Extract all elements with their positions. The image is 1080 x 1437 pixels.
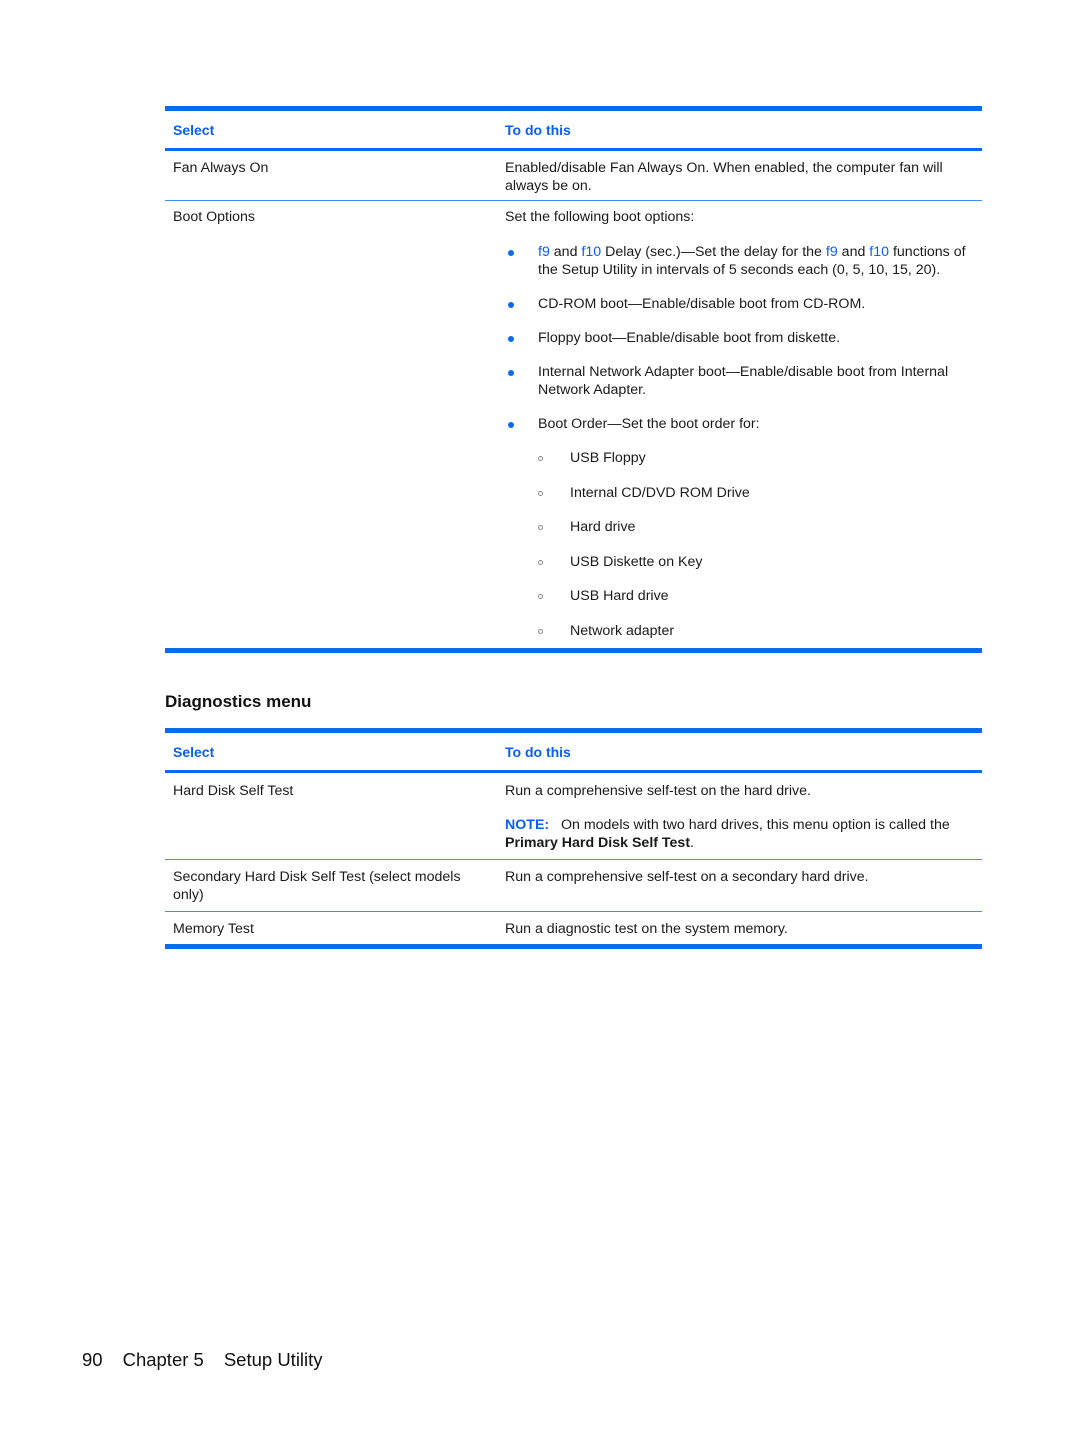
- row-todo: Set the following boot options: f9 and f…: [505, 208, 982, 648]
- chapter-title: Setup Utility: [223, 1349, 323, 1370]
- sub-bullet-icon: [538, 456, 543, 461]
- row-todo: Run a comprehensive self-test on the har…: [505, 782, 982, 859]
- note-bold: Primary Hard Disk Self Test: [505, 835, 691, 851]
- section-heading: Diagnostics menu: [165, 692, 312, 711]
- sub-bullet-icon: [538, 559, 543, 565]
- bullet-icon: [508, 302, 514, 308]
- chapter-label: Chapter 5: [122, 1349, 204, 1370]
- table-row: Fan Always On Enabled/disable Fan Always…: [165, 151, 982, 200]
- list-item: f9 and f10 Delay (sec.)—Set the delay fo…: [505, 243, 974, 279]
- note-label: NOTE:: [505, 817, 550, 833]
- table-row: Boot Options Set the following boot opti…: [165, 201, 982, 648]
- setup-options-table: Select To do this Fan Always On Enabled/…: [165, 106, 982, 653]
- row-todo: Run a diagnostic test on the system memo…: [505, 921, 788, 937]
- table-header-row: Select To do this: [165, 111, 982, 148]
- boot-order-list: USB Floppy Internal CD/DVD ROM Drive Har…: [505, 449, 974, 640]
- key-label: f9: [825, 244, 838, 260]
- list-item: CD-ROM boot—Enable/disable boot from CD-…: [505, 295, 974, 313]
- row-select: Boot Options: [173, 209, 256, 225]
- list-item: USB Hard drive: [505, 587, 974, 605]
- page-number: 90: [82, 1349, 103, 1370]
- page-footer: 90 Chapter 5 Setup Utility: [82, 1349, 343, 1371]
- row-select: Fan Always On: [173, 160, 269, 176]
- header-select: Select: [173, 743, 215, 760]
- table-row: Hard Disk Self Test Run a comprehensive …: [165, 773, 982, 859]
- list-item: USB Floppy: [505, 449, 974, 467]
- row-todo: Run a comprehensive self-test on a secon…: [505, 869, 869, 885]
- sub-bullet-icon: [538, 594, 543, 599]
- bullet-icon: [508, 422, 514, 428]
- header-todo: To do this: [505, 743, 571, 760]
- text-fragment: and: [837, 244, 870, 260]
- diagnostics-table: Select To do this Hard Disk Self Test Ru…: [165, 728, 982, 949]
- delay-option-text: f9 and f10 Delay (sec.)—Set the delay fo…: [538, 244, 966, 278]
- list-item: Internal Network Adapter boot—Enable/dis…: [505, 363, 974, 399]
- row-select: Memory Test: [173, 921, 254, 937]
- sub-bullet-icon: [538, 490, 543, 496]
- table-header-row: Select To do this: [165, 733, 982, 770]
- row-select: Hard Disk Self Test: [173, 783, 294, 799]
- row-select: Secondary Hard Disk Self Test (select mo…: [173, 869, 461, 903]
- list-item: Internal CD/DVD ROM Drive: [505, 484, 974, 502]
- header-select: Select: [173, 121, 215, 138]
- note-text: On models with two hard drives, this men…: [560, 817, 950, 833]
- bullet-icon: [508, 250, 514, 256]
- boot-options-list: f9 and f10 Delay (sec.)—Set the delay fo…: [505, 243, 974, 433]
- table-bottom-rule: [165, 944, 982, 949]
- key-label: f9: [538, 244, 550, 260]
- sub-bullet-icon: [538, 628, 543, 634]
- list-item: Floppy boot—Enable/disable boot from dis…: [505, 329, 974, 347]
- list-item: Hard drive: [505, 518, 974, 536]
- table-row: Secondary Hard Disk Self Test (select mo…: [165, 860, 982, 911]
- text-fragment: and: [549, 244, 582, 260]
- header-todo: To do this: [505, 121, 571, 138]
- bullet-icon: [508, 336, 514, 342]
- list-item: Boot Order—Set the boot order for:: [505, 415, 974, 433]
- text-fragment: Delay (sec.)—Set the delay for the: [601, 244, 826, 260]
- sub-bullet-icon: [538, 525, 543, 530]
- table-row: Memory Test Run a diagnostic test on the…: [165, 912, 982, 944]
- note: NOTE: On models with two hard drives, th…: [505, 817, 950, 851]
- bullet-icon: [508, 370, 514, 376]
- list-item: USB Diskette on Key: [505, 553, 974, 571]
- boot-options-intro: Set the following boot options:: [505, 209, 695, 225]
- key-label: f10: [869, 244, 890, 260]
- row-todo: Enabled/disable Fan Always On. When enab…: [505, 160, 943, 194]
- list-item: Network adapter: [505, 622, 974, 640]
- key-label: f10: [581, 244, 602, 260]
- table-bottom-rule: [165, 648, 982, 653]
